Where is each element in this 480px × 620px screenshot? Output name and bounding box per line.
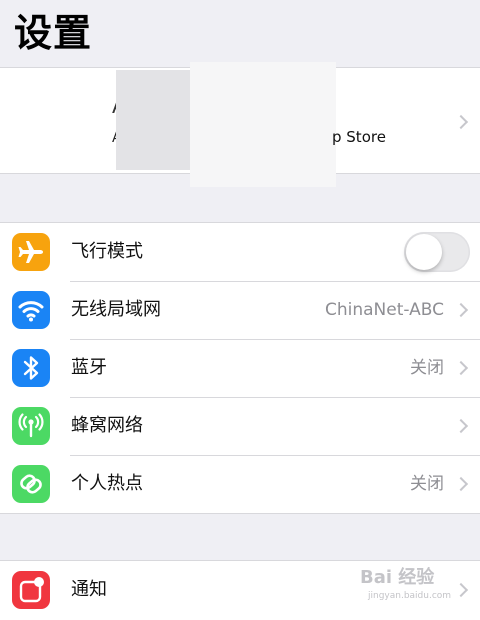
baidu-jingyan-watermark: Bai 经验 jingyan.baidu.com <box>360 566 470 610</box>
row-label: 无线局域网 <box>71 299 161 320</box>
row-label: 通知 <box>71 579 107 600</box>
bluetooth-status: 关闭 <box>410 358 444 378</box>
cellular-antenna-icon <box>12 407 50 445</box>
chevron-right-icon <box>453 114 469 130</box>
hotspot-link-icon <box>12 465 50 503</box>
account-card[interactable]: A A p Store <box>0 62 480 187</box>
wifi-network-name: ChinaNet-ABC <box>324 300 444 320</box>
row-label: 个人热点 <box>71 473 143 494</box>
chevron-right-icon <box>453 302 469 318</box>
airplane-mode-toggle[interactable] <box>404 232 470 272</box>
row-label: 飞行模式 <box>71 241 143 262</box>
settings-screen: 设置 A A p Store 飞行模式 <box>0 0 480 620</box>
settings-row-cellular[interactable]: 蜂窝网络 <box>0 397 480 455</box>
chevron-right-icon <box>453 476 469 492</box>
row-label: 蜂窝网络 <box>71 415 143 436</box>
airplane-icon <box>12 233 50 271</box>
account-redaction-block <box>190 62 336 187</box>
bluetooth-icon <box>12 349 50 387</box>
wifi-icon <box>12 291 50 329</box>
row-label: 蓝牙 <box>71 357 107 378</box>
account-avatar-redacted <box>116 70 192 170</box>
watermark-url: jingyan.baidu.com <box>368 591 452 601</box>
settings-row-bluetooth[interactable]: 蓝牙 关闭 <box>0 339 480 397</box>
settings-row-wifi[interactable]: 无线局域网 ChinaNet-ABC <box>0 281 480 339</box>
chevron-right-icon <box>453 418 469 434</box>
settings-row-personal-hotspot[interactable]: 个人热点 关闭 <box>0 455 480 513</box>
notifications-icon <box>12 571 50 609</box>
toggle-knob <box>406 234 442 270</box>
page-title: 设置 <box>14 11 93 55</box>
hotspot-status: 关闭 <box>410 474 444 494</box>
watermark-text: Bai 经验 <box>360 567 435 588</box>
account-subtitle-end: p Store <box>332 128 386 146</box>
connectivity-group: 飞行模式 无线局域网 ChinaNet-ABC 蓝牙 关闭 蜂窝网络 个人热点 … <box>0 222 480 514</box>
settings-row-airplane-mode[interactable]: 飞行模式 <box>0 223 480 281</box>
chevron-right-icon <box>453 360 469 376</box>
